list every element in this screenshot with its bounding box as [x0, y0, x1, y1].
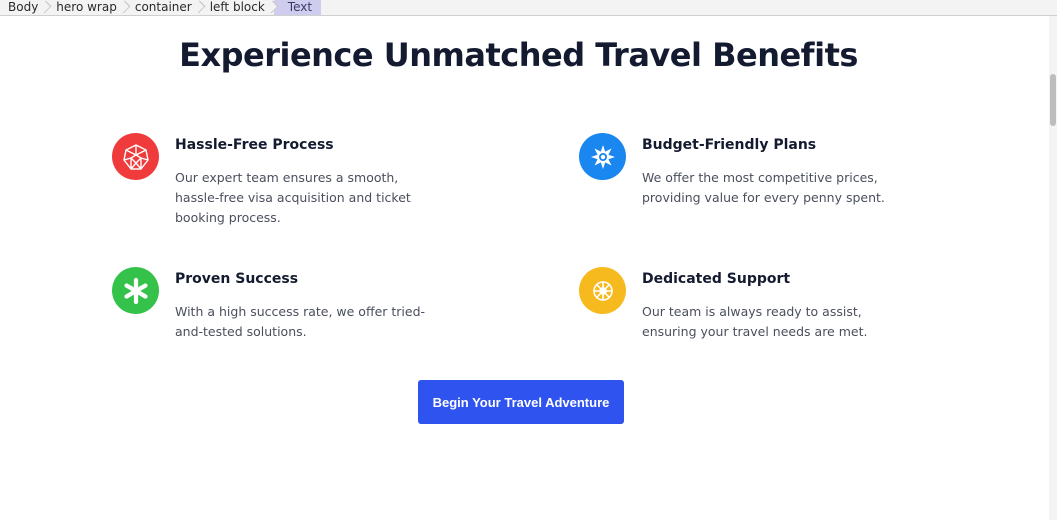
breadcrumb-item-body[interactable]: Body	[0, 0, 52, 15]
vertical-scrollbar[interactable]	[1049, 16, 1057, 520]
breadcrumb-item-label: left block	[209, 0, 265, 14]
feature-dedicated-support: Dedicated Support Our team is always rea…	[579, 267, 919, 367]
feature-description: Our expert team ensures a smooth, hassle…	[175, 170, 411, 225]
scrollbar-thumb[interactable]	[1050, 74, 1056, 126]
feature-icon-badge	[579, 267, 626, 314]
breadcrumb-item-left-block[interactable]: left block	[201, 0, 279, 15]
feature-icon-badge	[579, 133, 626, 180]
feature-budget-friendly: Budget-Friendly Plans We offer the most …	[579, 133, 919, 233]
breadcrumb-item-label: hero wrap	[56, 0, 117, 14]
breadcrumb-item-label: container	[134, 0, 192, 14]
feature-description: We offer the most competitive prices, pr…	[642, 170, 885, 205]
breadcrumb-item-label: Body	[8, 0, 39, 14]
feature-description: With a high success rate, we offer tried…	[175, 304, 426, 339]
feature-proven-success: Proven Success With a high success rate,…	[112, 267, 452, 367]
feature-description: Our team is always ready to assist, ensu…	[642, 304, 868, 339]
starburst-icon	[590, 144, 615, 169]
feature-title: Budget-Friendly Plans	[642, 137, 817, 153]
page-title: Experience Unmatched Travel Benefits	[179, 36, 858, 74]
snowflake-icon	[592, 280, 613, 301]
feature-title: Hassle-Free Process	[175, 137, 334, 153]
begin-travel-adventure-button[interactable]: Begin Your Travel Adventure	[418, 380, 624, 424]
breadcrumb-item-hero-wrap[interactable]: hero wrap	[47, 0, 131, 15]
feature-icon-badge	[112, 133, 159, 180]
breadcrumb-item-container[interactable]: container	[126, 0, 206, 15]
asterisk-icon	[123, 277, 148, 304]
feature-icon-badge	[112, 267, 159, 314]
geodesic-icon	[122, 143, 149, 170]
breadcrumb-item-text[interactable]: Text	[273, 0, 322, 15]
feature-hassle-free: Hassle-Free Process Our expert team ensu…	[112, 133, 452, 233]
breadcrumb: Body hero wrap container left block Text	[0, 0, 1057, 16]
feature-title: Dedicated Support	[642, 271, 791, 287]
feature-title: Proven Success	[175, 271, 299, 287]
breadcrumb-item-label: Text	[287, 0, 313, 14]
